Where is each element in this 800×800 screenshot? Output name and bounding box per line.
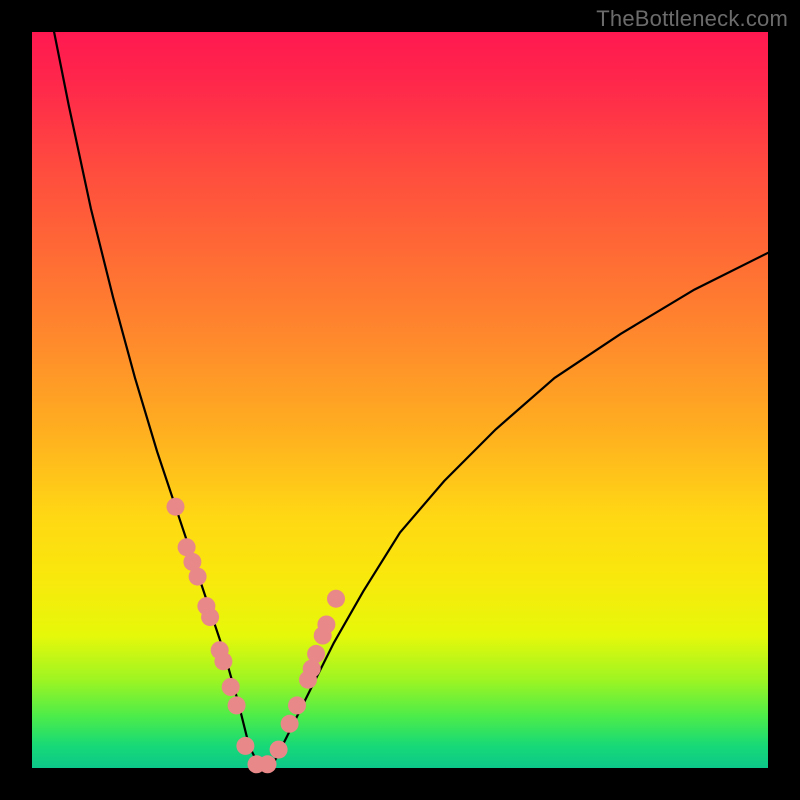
watermark-text: TheBottleneck.com (596, 6, 788, 32)
highlight-dot (167, 498, 185, 516)
highlight-dots-group (167, 498, 346, 774)
highlight-dot (214, 652, 232, 670)
highlight-dot (201, 608, 219, 626)
highlight-dot (270, 741, 288, 759)
highlight-dot (317, 616, 335, 634)
highlight-dot (222, 678, 240, 696)
chart-frame: TheBottleneck.com (0, 0, 800, 800)
plot-area (32, 32, 768, 768)
highlight-dot (307, 645, 325, 663)
highlight-dot (228, 696, 246, 714)
bottleneck-curve (54, 32, 768, 768)
highlight-dot (189, 568, 207, 586)
highlight-dot (327, 590, 345, 608)
highlight-dot (288, 696, 306, 714)
highlight-dot (281, 715, 299, 733)
curve-layer (32, 32, 768, 768)
highlight-dot (259, 755, 277, 773)
highlight-dot (236, 737, 254, 755)
